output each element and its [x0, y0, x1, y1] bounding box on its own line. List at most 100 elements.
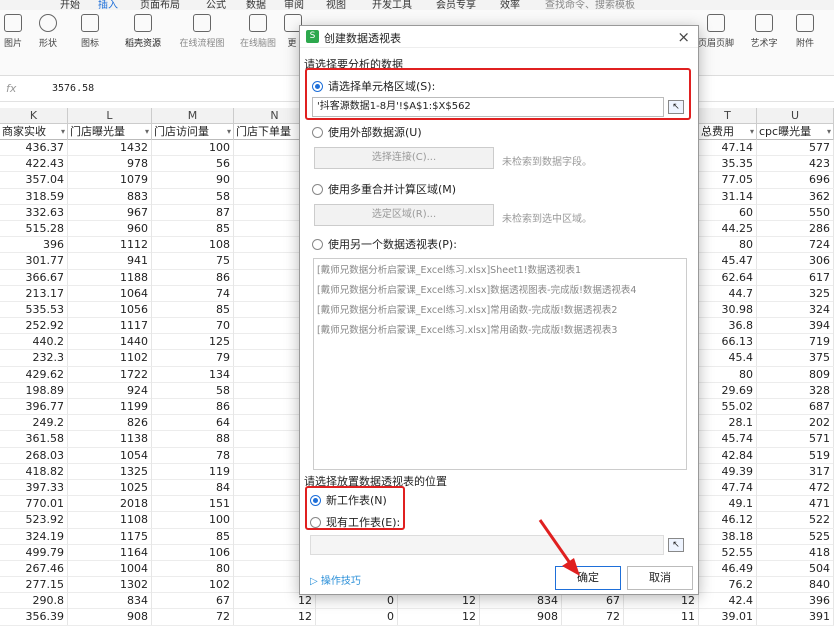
table-cell[interactable]: 106	[152, 544, 234, 561]
select-area-button[interactable]: 选定区域(R)...	[314, 204, 494, 226]
table-cell[interactable]: 2018	[68, 496, 152, 513]
table-cell[interactable]: 252.92	[0, 318, 68, 335]
table-cell[interactable]: 375	[757, 350, 834, 367]
table-cell[interactable]: 436.37	[0, 140, 68, 156]
table-cell[interactable]: 277.15	[0, 577, 68, 594]
table-cell[interactable]: 29.69	[699, 382, 757, 399]
table-cell[interactable]: 290.8	[0, 593, 68, 610]
table-cell[interactable]: 45.4	[699, 350, 757, 367]
list-item[interactable]: [戴师兄数据分析启蒙课_Excel练习.xlsx]常用函数-完成版!数据透视表3	[314, 319, 686, 339]
table-cell[interactable]: 361.58	[0, 431, 68, 448]
table-cell[interactable]: 232.3	[0, 350, 68, 367]
ribbon-attachment[interactable]: 附件	[790, 14, 820, 49]
table-cell[interactable]: 397.33	[0, 479, 68, 496]
table-cell[interactable]: 72	[562, 609, 624, 626]
list-item[interactable]: [戴师兄数据分析启蒙课_Excel练习.xlsx]数据透视图表-完成版!数据透视…	[314, 279, 686, 299]
table-cell[interactable]: 499.79	[0, 544, 68, 561]
table-cell[interactable]: 35.35	[699, 156, 757, 173]
table-cell[interactable]: 249.2	[0, 415, 68, 432]
ok-button[interactable]: 确定	[555, 566, 621, 590]
table-cell[interactable]: 301.77	[0, 253, 68, 270]
table-cell[interactable]: 47.74	[699, 479, 757, 496]
table-cell[interactable]: 268.03	[0, 447, 68, 464]
table-cell[interactable]: 719	[757, 334, 834, 351]
table-cell[interactable]: 318.59	[0, 188, 68, 205]
radio-existing-sheet[interactable]: 现有工作表(E):	[310, 514, 400, 530]
table-cell[interactable]: 366.67	[0, 269, 68, 286]
table-cell[interactable]: 44.7	[699, 285, 757, 302]
table-cell[interactable]: 1199	[68, 399, 152, 415]
table-cell[interactable]: 85	[152, 528, 234, 545]
table-cell[interactable]: 31.14	[699, 188, 757, 205]
table-cell[interactable]: 119	[152, 463, 234, 480]
table-cell[interactable]: 30.98	[699, 301, 757, 318]
table-cell[interactable]: 47.14	[699, 140, 757, 156]
table-cell[interactable]: 75	[152, 253, 234, 270]
table-cell[interactable]: 967	[68, 204, 152, 221]
col-letter-l[interactable]: L	[68, 108, 152, 124]
table-cell[interactable]: 87	[152, 204, 234, 221]
col-letter-k[interactable]: K	[0, 108, 68, 124]
table-cell[interactable]: 396	[757, 593, 834, 610]
table-cell[interactable]: 12	[398, 593, 480, 610]
table-cell[interactable]: 328	[757, 382, 834, 399]
table-cell[interactable]: 80	[699, 366, 757, 383]
table-cell[interactable]: 960	[68, 220, 152, 237]
table-cell[interactable]: 324	[757, 301, 834, 318]
table-cell[interactable]: 1138	[68, 431, 152, 448]
header-store-visits[interactable]: 门店访问量	[152, 124, 234, 140]
table-cell[interactable]: 267.46	[0, 560, 68, 577]
radio-new-sheet[interactable]: 新工作表(N)	[310, 492, 387, 508]
table-cell[interactable]: 151	[152, 496, 234, 513]
table-cell[interactable]: 12	[234, 609, 316, 626]
table-cell[interactable]: 504	[757, 560, 834, 577]
radio-other-pivot[interactable]: 使用另一个数据透视表(P):	[312, 236, 457, 252]
cancel-button[interactable]: 取消	[627, 566, 693, 590]
table-cell[interactable]: 86	[152, 269, 234, 286]
table-cell[interactable]: 1079	[68, 172, 152, 189]
col-letter-m[interactable]: M	[152, 108, 234, 124]
table-cell[interactable]: 286	[757, 220, 834, 237]
table-cell[interactable]: 46.12	[699, 512, 757, 529]
table-cell[interactable]: 42.84	[699, 447, 757, 464]
table-cell[interactable]: 577	[757, 140, 834, 156]
menu-view[interactable]: 视图	[326, 0, 346, 10]
tips-link[interactable]: ▷ 操作技巧	[310, 572, 361, 587]
menu-member[interactable]: 会员专享	[436, 0, 476, 10]
table-cell[interactable]: 978	[68, 156, 152, 173]
table-cell[interactable]: 12	[234, 593, 316, 610]
ribbon-more[interactable]: 更	[284, 14, 302, 49]
menu-review[interactable]: 审阅	[284, 0, 304, 10]
table-cell[interactable]: 38.18	[699, 528, 757, 545]
table-cell[interactable]: 1440	[68, 334, 152, 351]
table-cell[interactable]: 770.01	[0, 496, 68, 513]
table-cell[interactable]: 60	[699, 204, 757, 221]
table-cell[interactable]: 519	[757, 447, 834, 464]
table-cell[interactable]: 396.77	[0, 399, 68, 415]
table-cell[interactable]: 58	[152, 382, 234, 399]
list-item[interactable]: [戴师兄数据分析启蒙课_Excel练习.xlsx]Sheet1!数据透视表1	[314, 259, 686, 279]
table-cell[interactable]: 78	[152, 447, 234, 464]
table-cell[interactable]: 100	[152, 140, 234, 156]
table-cell[interactable]: 84	[152, 479, 234, 496]
table-cell[interactable]: 471	[757, 496, 834, 513]
table-cell[interactable]: 74	[152, 285, 234, 302]
col-letter-t[interactable]: T	[699, 108, 757, 124]
table-cell[interactable]: 0	[316, 593, 398, 610]
table-cell[interactable]: 687	[757, 399, 834, 415]
table-cell[interactable]: 45.47	[699, 253, 757, 270]
fx-icon[interactable]: fx	[6, 82, 16, 95]
select-connection-button[interactable]: 选择连接(C)...	[314, 147, 494, 169]
table-cell[interactable]: 88	[152, 431, 234, 448]
table-cell[interactable]: 325	[757, 285, 834, 302]
table-cell[interactable]: 515.28	[0, 220, 68, 237]
list-item[interactable]: [戴师兄数据分析启蒙课_Excel练习.xlsx]常用函数-完成版!数据透视表2	[314, 299, 686, 319]
table-cell[interactable]: 357.04	[0, 172, 68, 189]
table-cell[interactable]: 826	[68, 415, 152, 432]
table-cell[interactable]: 28.1	[699, 415, 757, 432]
menu-start[interactable]: 开始	[60, 0, 80, 10]
table-cell[interactable]: 125	[152, 334, 234, 351]
close-icon[interactable]: ×	[677, 28, 690, 46]
table-cell[interactable]: 36.8	[699, 318, 757, 335]
ribbon-shape[interactable]: 形状	[30, 14, 66, 49]
